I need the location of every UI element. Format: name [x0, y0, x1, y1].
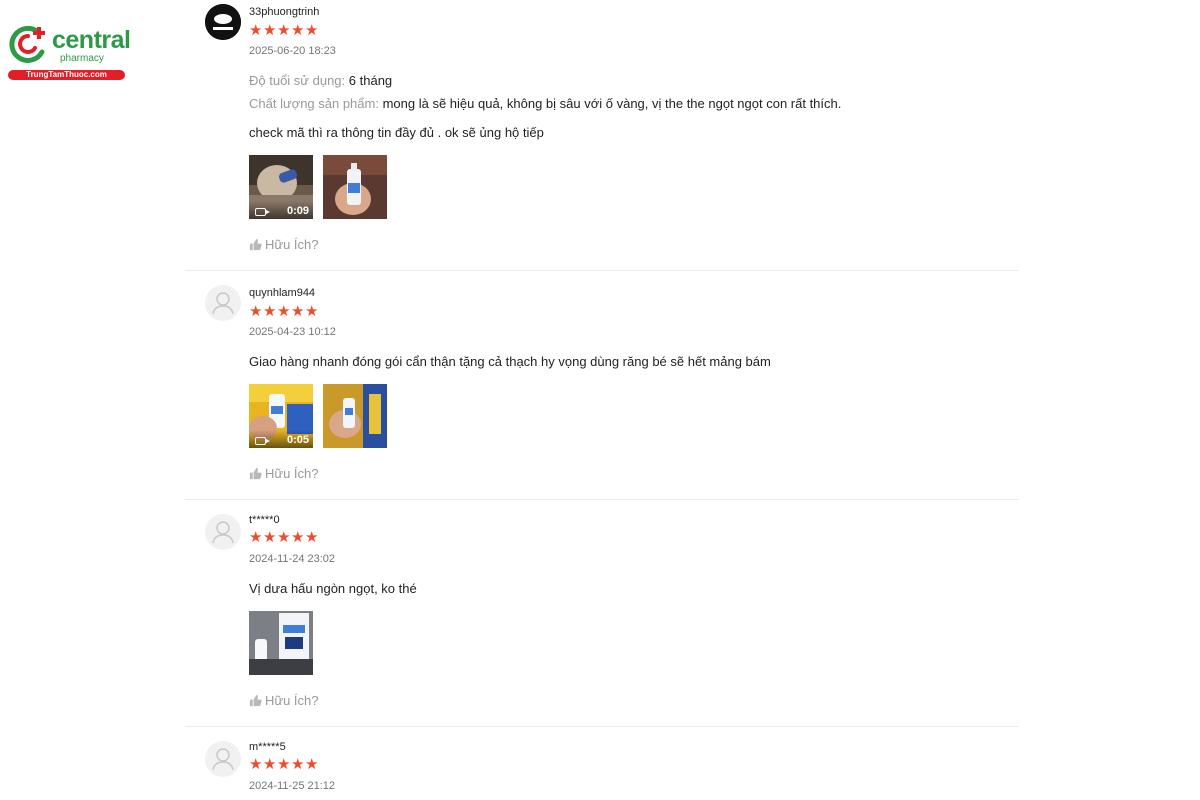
- star-icon: ★: [249, 756, 263, 773]
- star-icon: ★: [263, 756, 277, 773]
- video-duration: 0:09: [286, 205, 309, 217]
- review-comment: check mã thì ra thông tin đầy đủ . ok sẽ…: [249, 125, 544, 140]
- review-username: quynhlam944: [249, 287, 316, 299]
- star-icon: ★: [277, 529, 291, 546]
- review-datetime: 2024-11-24 23:02: [249, 553, 336, 565]
- attribute-key: Độ tuổi sử dụng:: [249, 73, 346, 88]
- helpful-button[interactable]: Hữu Ích?: [249, 237, 319, 252]
- review-image-thumbnail[interactable]: [323, 155, 387, 219]
- review-item: m*****5 ★★★★★ 2024-11-25 21:12: [185, 727, 1019, 800]
- rating-stars: ★★★★★: [249, 756, 319, 773]
- star-icon: ★: [291, 529, 305, 546]
- star-icon: ★: [263, 22, 277, 39]
- star-icon: ★: [305, 303, 319, 320]
- review-item: 33phuongtrinh ★★★★★ 2025-06-20 18:23 Độ …: [185, 0, 1019, 271]
- rating-stars: ★★★★★: [249, 22, 319, 39]
- rating-stars: ★★★★★: [249, 303, 319, 320]
- video-camera-icon: [255, 437, 270, 445]
- video-badge: 0:09: [249, 201, 313, 219]
- default-user-icon: [212, 748, 234, 771]
- review-datetime: 2025-06-20 18:23: [249, 45, 336, 57]
- review-video-thumbnail[interactable]: 0:09: [249, 155, 313, 219]
- helpful-label: Hữu Ích?: [265, 466, 319, 481]
- brand-domain-bar: TrungTamThuoc.com: [8, 70, 125, 80]
- brand-name: central: [52, 26, 131, 54]
- attribute-value: mong là sẽ hiệu quả, không bị sâu với ố …: [382, 96, 842, 111]
- brand-subtitle: pharmacy: [60, 53, 104, 64]
- star-icon: ★: [277, 756, 291, 773]
- review-username: t*****0: [249, 514, 280, 526]
- video-camera-icon: [255, 208, 270, 216]
- pharmacy-cross-logo-icon: [9, 25, 45, 63]
- star-icon: ★: [249, 303, 263, 320]
- star-icon: ★: [291, 756, 305, 773]
- avatar[interactable]: [205, 285, 241, 321]
- review-username: m*****5: [249, 741, 286, 753]
- attribute-key: Chất lượng sản phẩm:: [249, 96, 379, 111]
- avatar[interactable]: [205, 514, 241, 550]
- shop-avatar-icon: [205, 4, 241, 40]
- helpful-button[interactable]: Hữu Ích?: [249, 693, 319, 708]
- default-user-icon: [212, 292, 234, 315]
- thumbs-up-icon: [249, 467, 262, 480]
- review-image-thumbnail[interactable]: [323, 384, 387, 448]
- default-user-icon: [212, 521, 234, 544]
- star-icon: ★: [277, 303, 291, 320]
- star-icon: ★: [249, 22, 263, 39]
- avatar[interactable]: [205, 4, 241, 40]
- star-icon: ★: [263, 303, 277, 320]
- review-attribute: Độ tuổi sử dụng: 6 tháng: [249, 73, 392, 88]
- helpful-button[interactable]: Hữu Ích?: [249, 466, 319, 481]
- star-icon: ★: [263, 529, 277, 546]
- review-video-thumbnail[interactable]: 0:05: [249, 384, 313, 448]
- helpful-label: Hữu Ích?: [265, 693, 319, 708]
- star-icon: ★: [291, 22, 305, 39]
- star-icon: ★: [277, 22, 291, 39]
- thumbs-up-icon: [249, 238, 262, 251]
- star-icon: ★: [305, 529, 319, 546]
- review-datetime: 2024-11-25 21:12: [249, 780, 336, 792]
- review-username: 33phuongtrinh: [249, 6, 320, 18]
- star-icon: ★: [291, 303, 305, 320]
- star-icon: ★: [305, 756, 319, 773]
- review-item: t*****0 ★★★★★ 2024-11-24 23:02 Vị dưa hấ…: [185, 500, 1019, 727]
- review-comment: Vị dưa hấu ngòn ngọt, ko thé: [249, 581, 417, 596]
- review-comment: Giao hàng nhanh đóng gói cẩn thận tặng c…: [249, 354, 771, 369]
- review-datetime: 2025-04-23 10:12: [249, 326, 336, 338]
- rating-stars: ★★★★★: [249, 529, 319, 546]
- review-attribute: Chất lượng sản phẩm: mong là sẽ hiệu quả…: [249, 96, 841, 111]
- attribute-value: 6 tháng: [348, 73, 393, 88]
- video-duration: 0:05: [286, 434, 309, 446]
- review-item: quynhlam944 ★★★★★ 2025-04-23 10:12 Giao …: [185, 271, 1019, 500]
- avatar[interactable]: [205, 741, 241, 777]
- star-icon: ★: [305, 22, 319, 39]
- review-image-thumbnail[interactable]: [249, 611, 313, 675]
- star-icon: ★: [249, 529, 263, 546]
- helpful-label: Hữu Ích?: [265, 237, 319, 252]
- brand-logo[interactable]: central pharmacy TrungTamThuoc.com: [8, 22, 131, 84]
- thumbs-up-icon: [249, 694, 262, 707]
- video-badge: 0:05: [249, 430, 313, 448]
